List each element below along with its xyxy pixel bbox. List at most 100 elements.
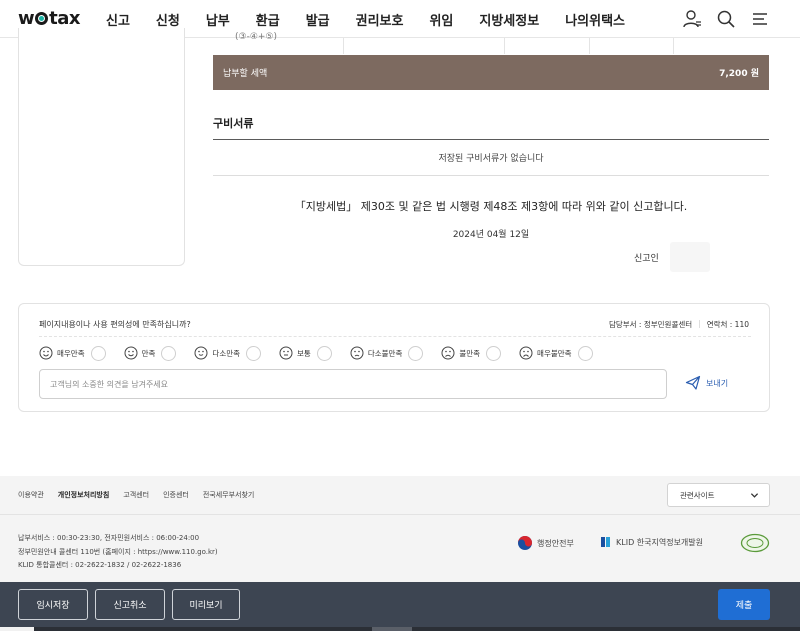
neutral-face-icon [279, 346, 293, 360]
reporter-signature [670, 242, 710, 272]
nav-item-apply[interactable]: 신청 [156, 10, 180, 29]
payable-tax-label: 납부할 세액 [223, 69, 268, 79]
opinion-placeholder: 고객님의 소중한 의견을 남겨주세요 [50, 379, 169, 389]
related-sites-label: 관련사이트 [680, 490, 715, 500]
table-divider [504, 38, 505, 54]
opinion-input[interactable]: 고객님의 소중한 의견을 남겨주세요 [39, 369, 667, 399]
taegeuk-icon [518, 536, 532, 550]
footer-links: 이용약관 개인정보처리방침 고객센터 인증센터 전국세무부서찾기 [18, 490, 254, 500]
nav-item-rights[interactable]: 권리보호 [356, 10, 404, 29]
cancel-report-button[interactable]: 신고취소 [95, 589, 165, 620]
send-label: 보내기 [706, 378, 729, 388]
partner-klid[interactable]: KLID 한국지역정보개발원 [600, 535, 703, 549]
dissatisfied-face-icon [441, 346, 455, 360]
documents-title: 구비서류 [213, 117, 254, 130]
nav-item-my-wetax[interactable]: 나의위택스 [565, 10, 625, 29]
rating-radio[interactable] [316, 345, 332, 361]
related-sites-select[interactable]: 관련사이트 [667, 483, 770, 507]
declaration-date: 2024년 04월 12일 [452, 230, 530, 240]
rating-option-neutral[interactable]: 보통 [279, 345, 332, 361]
nav-item-local-tax-info[interactable]: 지방세정보 [479, 10, 539, 29]
main-nav: 신고 신청 납부 환급 발급 권리보호 위임 지방세정보 나의위택스 [106, 0, 651, 38]
survey-divider [39, 336, 751, 337]
footer-info-line: KLID 통합콜센터 : 02-2622-1832 / 02-2622-1836 [18, 561, 182, 569]
survey-dept: 담당부서 : 정부민원콜센터 [608, 320, 693, 329]
rating-option-satisfied[interactable]: 만족 [124, 345, 177, 361]
footer-link-cert-center[interactable]: 인증센터 [163, 490, 189, 500]
partner-mois-label: 행정안전부 [537, 538, 574, 548]
rating-label: 다소만족 [212, 348, 241, 358]
rating-label: 보통 [297, 348, 311, 358]
search-icon[interactable] [716, 9, 736, 29]
table-divider [673, 38, 674, 54]
partner-klid-label: KLID 한국지역정보개발원 [616, 537, 704, 547]
partner-mois[interactable]: 행정안전부 [517, 535, 574, 551]
rating-radio[interactable] [486, 345, 502, 361]
survey-contact: 연락처 : 110 [706, 320, 749, 329]
satisfaction-survey: 페이지내용이나 사용 편의성에 만족하십니까? 담당부서 : 정부민원콜센터 |… [18, 303, 770, 412]
rating-label: 다소불만족 [367, 348, 403, 358]
logo-text-left: w [18, 8, 35, 29]
rating-radio[interactable] [246, 345, 262, 361]
temp-save-button[interactable]: 임시저장 [18, 589, 88, 620]
rating-label: 만족 [141, 348, 156, 358]
footer-link-privacy[interactable]: 개인정보처리방침 [58, 490, 110, 500]
very-satisfied-face-icon [39, 346, 53, 360]
nav-item-issue[interactable]: 발급 [306, 10, 330, 29]
very-dissatisfied-face-icon [519, 346, 533, 360]
nav-item-delegation[interactable]: 위임 [429, 10, 453, 29]
rating-radio[interactable] [90, 345, 106, 361]
strip-segment [372, 627, 412, 631]
user-icon[interactable] [682, 9, 702, 29]
payable-tax-amount: 7,200 원 [719, 69, 759, 79]
submit-button[interactable]: 제출 [718, 589, 770, 620]
separator: | [698, 319, 701, 328]
header-icons [682, 9, 770, 29]
send-button[interactable]: 보내기 [685, 375, 728, 391]
documents-empty-text: 저장된 구비서류가 없습니다 [438, 154, 544, 164]
documents-empty-box: 저장된 구비서류가 없습니다 [213, 139, 769, 176]
somewhat-satisfied-face-icon [194, 346, 208, 360]
payable-tax-bar: 납부할 세액 7,200 원 [213, 55, 769, 90]
rating-option-somewhat-dissatisfied[interactable]: 다소불만족 [350, 345, 424, 361]
wetax-logo[interactable]: w tax [18, 8, 81, 29]
reporter-label: 신고인 [634, 254, 659, 264]
bottom-strip [0, 627, 800, 631]
rating-radio[interactable] [408, 345, 424, 361]
left-side-panel [18, 28, 185, 266]
tax-table-remnant: (③-④+⑤) [213, 32, 769, 54]
menu-icon[interactable] [750, 9, 770, 29]
rating-option-very-satisfied[interactable]: 매우만족 [39, 345, 106, 361]
rating-radio[interactable] [577, 345, 593, 361]
survey-dept-info: 담당부서 : 정부민원콜센터 | 연락처 : 110 [609, 319, 749, 330]
satisfied-face-icon [124, 346, 138, 360]
nav-item-payment[interactable]: 납부 [206, 10, 230, 29]
strip-segment [0, 627, 34, 631]
rating-option-somewhat-satisfied[interactable]: 다소만족 [194, 345, 262, 361]
nav-item-report[interactable]: 신고 [106, 10, 130, 29]
logo-circle-icon [35, 12, 49, 25]
footer-link-terms[interactable]: 이용약관 [18, 490, 44, 500]
table-divider [589, 38, 590, 54]
emblem-logo-icon [740, 533, 770, 553]
footer-info-line: 정부민원안내 콜센터 110번 (홈페이지 : https://www.110.… [18, 547, 218, 556]
declaration-text: 「지방세법」 제30조 및 같은 법 시행령 제48조 제3항에 따라 위와 같… [294, 200, 688, 213]
footer-link-customer-center[interactable]: 고객센터 [123, 490, 149, 500]
formula-fragment: (③-④+⑤) [235, 32, 278, 42]
paper-plane-icon [685, 375, 701, 390]
rating-option-very-dissatisfied[interactable]: 매우불만족 [519, 345, 593, 361]
footer-divider [0, 514, 800, 515]
rating-radio[interactable] [161, 345, 177, 361]
klid-logo-icon [601, 537, 610, 547]
preview-button[interactable]: 미리보기 [172, 589, 240, 620]
footer-info: 납부서비스 : 00:30-23:30, 전자민원서비스 : 06:00-24:… [18, 532, 218, 573]
logo-text-right: tax [49, 8, 81, 29]
table-divider [343, 38, 344, 54]
footer-info-line: 납부서비스 : 00:30-23:30, 전자민원서비스 : 06:00-24:… [18, 534, 200, 542]
rating-option-dissatisfied[interactable]: 불만족 [441, 345, 502, 361]
partner-emblem[interactable] [740, 533, 770, 553]
nav-item-refund[interactable]: 환급 [256, 10, 280, 29]
somewhat-dissatisfied-face-icon [350, 346, 364, 360]
chevron-down-icon [750, 492, 759, 498]
footer-link-tax-office-finder[interactable]: 전국세무부서찾기 [203, 490, 255, 500]
